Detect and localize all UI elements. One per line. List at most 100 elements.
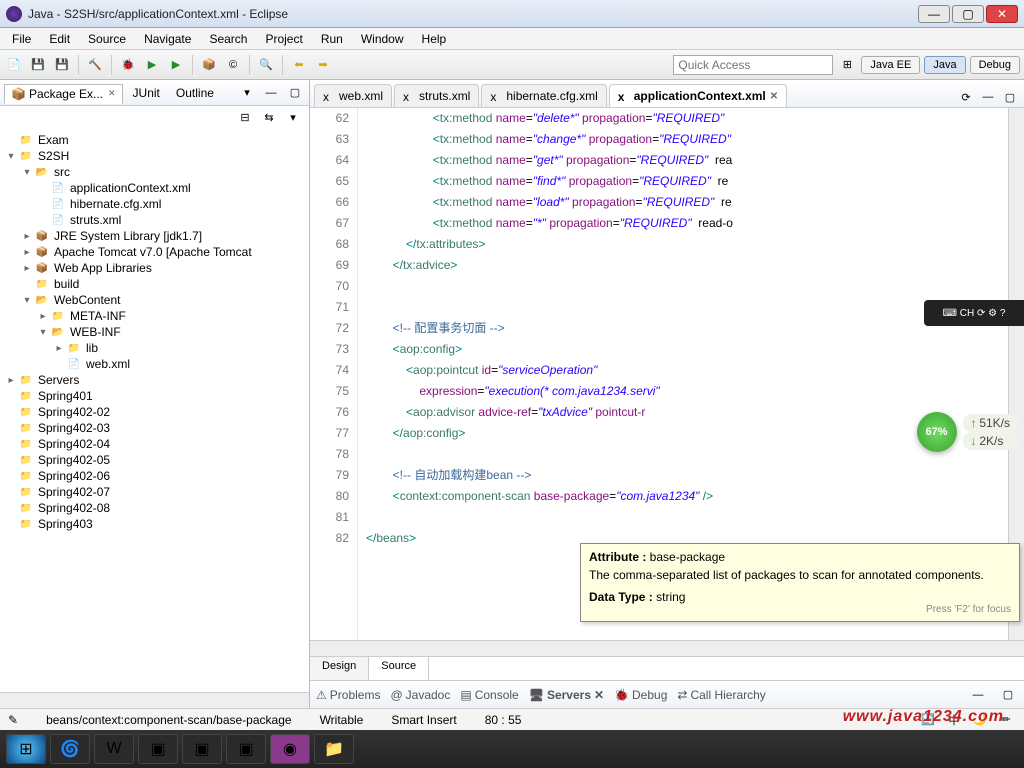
tree-node[interactable]: ▸Web App Libraries: [4, 260, 305, 276]
back-button[interactable]: ⬅: [289, 55, 309, 75]
debug-button[interactable]: 🐞: [118, 55, 138, 75]
tree-node[interactable]: ▸lib: [4, 340, 305, 356]
menu-search[interactable]: Search: [201, 30, 255, 48]
bottom-views: ⚠ Problems @ Javadoc ▤ Console 🖥 Servers…: [310, 680, 1024, 708]
taskbar-app[interactable]: W: [94, 734, 134, 764]
run-last-button[interactable]: ▶: [166, 55, 186, 75]
close-button[interactable]: ✕: [986, 5, 1018, 23]
tree-node[interactable]: Spring402-07: [4, 484, 305, 500]
horizontal-scrollbar[interactable]: [0, 692, 309, 708]
tree-node[interactable]: ▸META-INF: [4, 308, 305, 324]
menu-navigate[interactable]: Navigate: [136, 30, 199, 48]
save-all-button[interactable]: 💾: [52, 55, 72, 75]
tree-node[interactable]: Spring402-03: [4, 420, 305, 436]
maximize-button[interactable]: ▢: [952, 5, 984, 23]
view-javadoc[interactable]: @ Javadoc: [390, 688, 450, 702]
collapse-all-icon[interactable]: ⊟: [235, 107, 255, 127]
perspective-java-ee[interactable]: Java EE: [861, 56, 920, 74]
open-perspective-button[interactable]: ⊞: [837, 55, 857, 75]
editor-tab[interactable]: xstruts.xml: [394, 84, 479, 107]
tree-node[interactable]: applicationContext.xml: [4, 180, 305, 196]
ime-widget[interactable]: ⌨ CH ⟳ ⚙ ?: [924, 300, 1024, 326]
taskbar-app[interactable]: ▣: [138, 734, 178, 764]
tab-source[interactable]: Source: [369, 657, 429, 680]
save-button[interactable]: 💾: [28, 55, 48, 75]
close-icon[interactable]: ✕: [770, 91, 778, 102]
view-servers[interactable]: 🖥 Servers ✕: [529, 688, 604, 702]
watermark: www.java1234.com: [843, 708, 1004, 726]
forward-button[interactable]: ➡: [313, 55, 333, 75]
run-button[interactable]: ▶: [142, 55, 162, 75]
menu-window[interactable]: Window: [353, 30, 412, 48]
bv-max-icon[interactable]: ▢: [998, 685, 1018, 705]
tree-node[interactable]: Spring402-06: [4, 468, 305, 484]
tree-node[interactable]: Spring403: [4, 516, 305, 532]
close-icon[interactable]: ✕: [108, 88, 116, 99]
maximize-view-icon[interactable]: ▢: [285, 83, 305, 103]
tree-node[interactable]: ▾WEB-INF: [4, 324, 305, 340]
tree-node[interactable]: ▾src: [4, 164, 305, 180]
tree-node[interactable]: Spring402-02: [4, 404, 305, 420]
menu-run[interactable]: Run: [313, 30, 351, 48]
tab-junit[interactable]: JUnit: [127, 84, 166, 102]
editor-tab[interactable]: xhibernate.cfg.xml: [481, 84, 606, 107]
link-editor-icon[interactable]: ⇆: [259, 107, 279, 127]
tree-node[interactable]: ▸Apache Tomcat v7.0 [Apache Tomcat: [4, 244, 305, 260]
menubar: File Edit Source Navigate Search Project…: [0, 28, 1024, 50]
tree-node[interactable]: ▾S2SH: [4, 148, 305, 164]
view-call-hierarchy[interactable]: ⇄ Call Hierarchy: [677, 688, 765, 702]
tree-node[interactable]: struts.xml: [4, 212, 305, 228]
minimize-button[interactable]: —: [918, 5, 950, 23]
start-button[interactable]: ⊞: [6, 734, 46, 764]
taskbar-app[interactable]: ▣: [226, 734, 266, 764]
tree-node[interactable]: build: [4, 276, 305, 292]
menu-edit[interactable]: Edit: [41, 30, 78, 48]
taskbar-app[interactable]: ▣: [182, 734, 222, 764]
tree-node[interactable]: Exam: [4, 132, 305, 148]
taskbar-eclipse[interactable]: ◉: [270, 734, 310, 764]
perspective-debug[interactable]: Debug: [970, 56, 1020, 74]
new-package-button[interactable]: 📦: [199, 55, 219, 75]
editor-max-icon[interactable]: ▢: [1000, 87, 1020, 107]
editor-min-icon[interactable]: —: [978, 87, 998, 107]
new-button[interactable]: 📄: [4, 55, 24, 75]
quick-access-input[interactable]: [673, 55, 833, 75]
tree-node[interactable]: Spring402-08: [4, 500, 305, 516]
menu-file[interactable]: File: [4, 30, 39, 48]
status-path: beans/context:component-scan/base-packag…: [46, 713, 292, 727]
tree-node[interactable]: Spring401: [4, 388, 305, 404]
view-dropdown-icon[interactable]: ▾: [283, 107, 303, 127]
tree-node[interactable]: Spring402-05: [4, 452, 305, 468]
menu-help[interactable]: Help: [414, 30, 455, 48]
network-speed-widget[interactable]: 67% ↑ 51K/s ↓ 2K/s: [917, 412, 1018, 452]
perspective-java[interactable]: Java: [924, 56, 965, 74]
tree-node[interactable]: hibernate.cfg.xml: [4, 196, 305, 212]
taskbar-app[interactable]: 🌀: [50, 734, 90, 764]
toolbar-button[interactable]: 🔨: [85, 55, 105, 75]
menu-source[interactable]: Source: [80, 30, 134, 48]
minimize-view-icon[interactable]: —: [261, 83, 281, 103]
tree-node[interactable]: web.xml: [4, 356, 305, 372]
tab-design[interactable]: Design: [310, 657, 369, 680]
search-button[interactable]: 🔍: [256, 55, 276, 75]
tree-node[interactable]: Spring402-04: [4, 436, 305, 452]
project-tree[interactable]: Exam▾S2SH▾srcapplicationContext.xmlhiber…: [0, 128, 309, 692]
menu-project[interactable]: Project: [257, 30, 310, 48]
taskbar-explorer[interactable]: 📁: [314, 734, 354, 764]
tree-node[interactable]: ▸JRE System Library [jdk1.7]: [4, 228, 305, 244]
tab-outline[interactable]: Outline: [170, 84, 220, 102]
view-console[interactable]: ▤ Console: [460, 688, 518, 702]
view-debug[interactable]: 🐞 Debug: [614, 688, 667, 702]
view-problems[interactable]: ⚠ Problems: [316, 688, 380, 702]
tab-package-explorer[interactable]: 📦 Package Ex... ✕: [4, 84, 123, 104]
new-class-button[interactable]: ©: [223, 55, 243, 75]
tree-node[interactable]: ▾WebContent: [4, 292, 305, 308]
bv-min-icon[interactable]: —: [968, 685, 988, 705]
editor-tab[interactable]: xapplicationContext.xml ✕: [609, 84, 787, 107]
line-gutter: 6263646566676869707172737475767778798081…: [310, 108, 358, 640]
editor-toolbar-icon[interactable]: ⟳: [956, 87, 976, 107]
editor-tab[interactable]: xweb.xml: [314, 84, 392, 107]
editor-horizontal-scrollbar[interactable]: [310, 640, 1024, 656]
view-menu-icon[interactable]: ▾: [237, 83, 257, 103]
tree-node[interactable]: ▸Servers: [4, 372, 305, 388]
